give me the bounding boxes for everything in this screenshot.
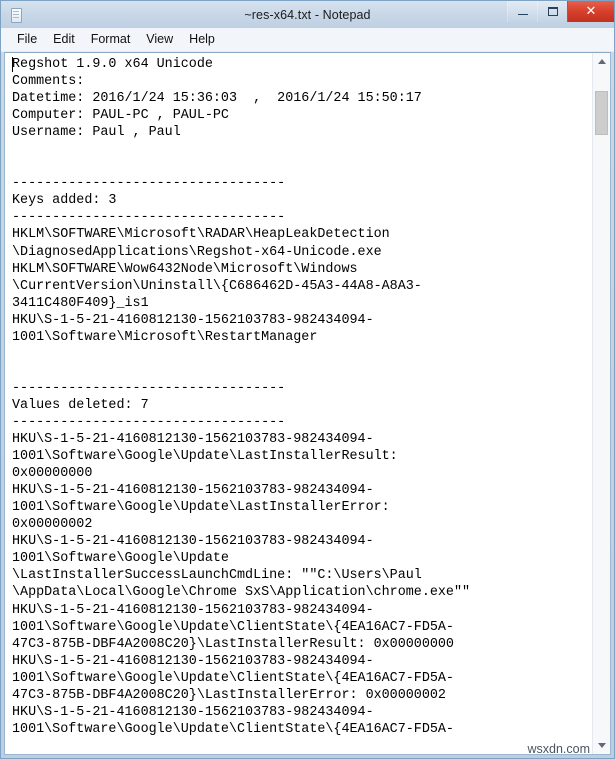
text-line: 1001\Software\Google\Update\ClientState\… (12, 619, 454, 635)
text-line: HKU\S-1-5-21-4160812130-1562103783-98243… (12, 483, 374, 499)
text-line: HKLM\SOFTWARE\Wow6432Node\Microsoft\Wind… (12, 261, 358, 277)
title-bar[interactable]: ~res-x64.txt - Notepad ✕ (1, 1, 614, 28)
chevron-down-icon (597, 743, 606, 748)
text-line: Values deleted: 7 (12, 397, 149, 413)
menu-item-help[interactable]: Help (181, 30, 223, 49)
window-controls: ✕ (507, 1, 614, 22)
site-watermark: wsxdn.com (527, 742, 590, 756)
menu-item-view[interactable]: View (138, 30, 181, 49)
text-line (12, 346, 592, 363)
text-line: ---------------------------------- (12, 176, 286, 192)
text-line: \DiagnosedApplications\Regshot-x64-Unico… (12, 244, 382, 260)
notepad-window: ~res-x64.txt - Notepad ✕ File Edit Forma… (0, 0, 615, 759)
text-line: HKU\S-1-5-21-4160812130-1562103783-98243… (12, 312, 374, 328)
text-line: 1001\Software\Google\Update (12, 551, 229, 567)
text-line: ---------------------------------- (12, 414, 286, 430)
vertical-scrollbar[interactable] (592, 53, 610, 754)
text-line (12, 158, 592, 175)
text-line: Comments: (12, 74, 85, 90)
maximize-icon (547, 7, 558, 16)
text-caret (12, 57, 13, 72)
editor-client-area: Regshot 1.9.0 x64 Unicode Comments: Dateti… (4, 52, 611, 755)
chevron-up-icon (597, 59, 606, 64)
minimize-button[interactable] (507, 1, 537, 22)
text-line: 47C3-875B-DBF4A2008C20}\LastInstallerErr… (12, 687, 446, 703)
text-line: 1001\Software\Microsoft\RestartManager (12, 329, 318, 345)
text-line: 1001\Software\Google\Update\LastInstalle… (12, 500, 390, 516)
text-line: HKU\S-1-5-21-4160812130-1562103783-98243… (12, 534, 374, 550)
text-line: \LastInstallerSuccessLaunchCmdLine: ""C:… (12, 568, 422, 584)
text-line: ---------------------------------- (12, 380, 286, 396)
text-line: 3411C480F409}_is1 (12, 295, 149, 311)
scrollbar-thumb[interactable] (595, 90, 608, 135)
notepad-icon (8, 7, 24, 23)
maximize-button[interactable] (537, 1, 567, 22)
menu-bar: File Edit Format View Help (1, 28, 614, 52)
text-line: ---------------------------------- (12, 210, 286, 226)
text-line: 0x00000002 (12, 517, 93, 533)
text-line: 1001\Software\Google\Update\LastInstalle… (12, 449, 398, 465)
text-line: Username: Paul , Paul (12, 125, 181, 141)
menu-item-edit[interactable]: Edit (45, 30, 83, 49)
text-line: 47C3-875B-DBF4A2008C20}\LastInstallerRes… (12, 636, 454, 652)
text-line: 0x00000000 (12, 466, 93, 482)
text-line: Keys added: 3 (12, 193, 117, 209)
menu-item-format[interactable]: Format (83, 30, 139, 49)
text-line: Datetime: 2016/1/24 15:36:03 , 2016/1/24… (12, 91, 422, 107)
text-line (12, 363, 592, 380)
text-editor[interactable]: Regshot 1.9.0 x64 Unicode Comments: Dateti… (5, 53, 592, 754)
close-button[interactable]: ✕ (567, 1, 614, 22)
menu-item-file[interactable]: File (9, 30, 45, 49)
text-line: HKU\S-1-5-21-4160812130-1562103783-98243… (12, 432, 374, 448)
text-line: \AppData\Local\Google\Chrome SxS\Applica… (12, 585, 471, 601)
text-line: \CurrentVersion\Uninstall\{C686462D-45A3… (12, 278, 422, 294)
text-line: 1001\Software\Google\Update\ClientState\… (12, 721, 454, 737)
text-line: Computer: PAUL-PC , PAUL-PC (12, 108, 229, 124)
text-line: HKU\S-1-5-21-4160812130-1562103783-98243… (12, 602, 374, 618)
text-line (12, 141, 592, 158)
scroll-down-button[interactable] (593, 737, 610, 754)
scrollbar-track[interactable] (593, 70, 610, 737)
scroll-up-button[interactable] (593, 53, 610, 70)
close-icon: ✕ (585, 4, 597, 19)
text-line: HKU\S-1-5-21-4160812130-1562103783-98243… (12, 653, 374, 669)
minimize-icon (517, 14, 528, 15)
text-line: HKU\S-1-5-21-4160812130-1562103783-98243… (12, 704, 374, 720)
text-line: HKLM\SOFTWARE\Microsoft\RADAR\HeapLeakDe… (12, 227, 390, 243)
text-line: 1001\Software\Google\Update\ClientState\… (12, 670, 454, 686)
text-line: Regshot 1.9.0 x64 Unicode (12, 57, 213, 72)
